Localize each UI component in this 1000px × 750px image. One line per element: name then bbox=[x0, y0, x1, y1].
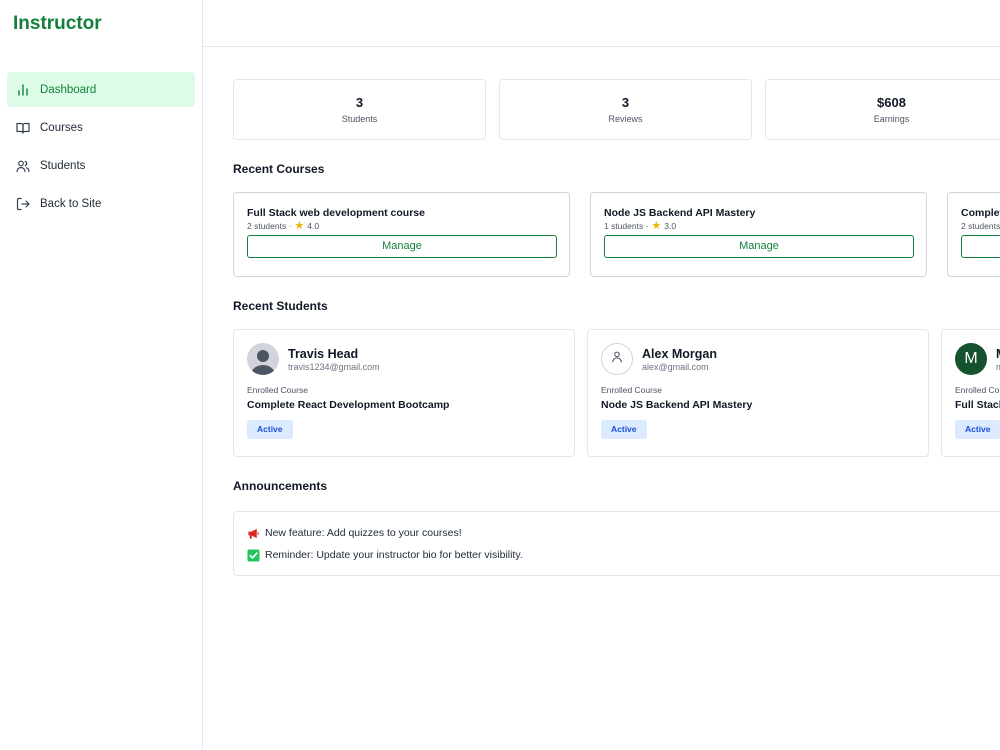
check-box-icon bbox=[247, 548, 260, 562]
avatar: M bbox=[955, 343, 987, 375]
users-icon bbox=[16, 159, 30, 173]
sidebar-item-label: Back to Site bbox=[40, 197, 102, 210]
student-email: m bbox=[996, 361, 1000, 372]
course-student-count: 1 students · bbox=[604, 221, 649, 231]
sidebar-item-students[interactable]: Students bbox=[7, 148, 195, 183]
course-student-count: 2 students · bbox=[247, 221, 292, 231]
course-title: Full Stack web development course bbox=[247, 207, 425, 219]
course-meta: 2 students · ★ 4.0 bbox=[247, 219, 557, 232]
avatar bbox=[601, 343, 633, 375]
sidebar-item-label: Dashboard bbox=[40, 83, 97, 96]
student-card: Travis Head travis1234@gmail.com Enrolle… bbox=[233, 329, 575, 457]
sidebar-item-courses[interactable]: Courses bbox=[7, 110, 195, 145]
manage-course-button[interactable]: Manage bbox=[247, 235, 557, 258]
sidebar-item-label: Students bbox=[40, 159, 86, 172]
student-name: M bbox=[996, 347, 1000, 362]
course-card: Node JS Backend API Mastery 1 students ·… bbox=[590, 192, 927, 277]
brand-title: Instructor bbox=[13, 13, 102, 34]
enrolled-course-name: Complete React Development Bootcamp bbox=[247, 399, 450, 411]
user-icon bbox=[610, 350, 624, 369]
top-bar bbox=[203, 0, 1000, 47]
student-header: Travis Head travis1234@gmail.com bbox=[247, 343, 561, 375]
recent-students-heading: Recent Students bbox=[233, 299, 328, 313]
student-email: travis1234@gmail.com bbox=[288, 361, 380, 372]
announcement-text: New feature: Add quizzes to your courses… bbox=[265, 527, 462, 539]
course-title: Complet bbox=[961, 207, 1000, 219]
sidebar-item-back-to-site[interactable]: Back to Site bbox=[7, 186, 195, 221]
status-badge: Active bbox=[247, 420, 293, 439]
megaphone-icon bbox=[247, 527, 260, 540]
sidebar-item-label: Courses bbox=[40, 121, 83, 134]
student-name: Alex Morgan bbox=[642, 346, 718, 361]
stat-label: Earnings bbox=[873, 114, 910, 124]
book-icon bbox=[16, 121, 30, 135]
recent-students-list: Travis Head travis1234@gmail.com Enrolle… bbox=[233, 329, 1000, 457]
student-header: Alex Morgan alex@gmail.com bbox=[601, 343, 915, 375]
enrolled-course-name: Full Stack bbox=[955, 399, 1000, 411]
log-in-icon bbox=[16, 197, 30, 211]
dashboard-main: 3 Students 3 Reviews $608 Earnings Recen… bbox=[233, 79, 1000, 750]
announcement-item: New feature: Add quizzes to your courses… bbox=[247, 526, 1000, 540]
recent-courses-heading: Recent Courses bbox=[233, 162, 325, 176]
stat-value: 3 bbox=[355, 95, 364, 110]
student-card: M M m Enrolled Co Full Stack Active bbox=[941, 329, 1000, 457]
course-student-count: 2 students bbox=[961, 221, 1000, 231]
stat-card-students: 3 Students bbox=[233, 79, 486, 140]
announcement-text: Reminder: Update your instructor bio for… bbox=[265, 549, 523, 561]
student-header: M M m bbox=[955, 343, 1000, 375]
star-icon: ★ bbox=[294, 219, 305, 232]
course-meta: 1 students · ★ 3.0 bbox=[604, 219, 914, 232]
student-card: Alex Morgan alex@gmail.com Enrolled Cour… bbox=[587, 329, 929, 457]
stat-card-earnings: $608 Earnings bbox=[765, 79, 1000, 140]
announcements-heading: Announcements bbox=[233, 479, 328, 493]
stat-value: $608 bbox=[877, 95, 906, 110]
stat-value: 3 bbox=[621, 95, 630, 110]
course-title: Node JS Backend API Mastery bbox=[604, 207, 756, 219]
stat-label: Reviews bbox=[608, 114, 643, 124]
student-email: alex@gmail.com bbox=[642, 361, 709, 372]
stat-card-reviews: 3 Reviews bbox=[499, 79, 752, 140]
bar-chart-icon bbox=[16, 83, 30, 97]
course-card: Full Stack web development course 2 stud… bbox=[233, 192, 570, 277]
enrolled-course-label: Enrolled Course bbox=[247, 385, 308, 395]
sidebar-nav: Dashboard Courses Students Back to Site bbox=[0, 47, 202, 221]
course-card: Complet 2 students bbox=[947, 192, 1000, 277]
status-badge: Active bbox=[955, 420, 1000, 439]
star-icon: ★ bbox=[651, 219, 662, 232]
course-rating: 4.0 bbox=[307, 221, 320, 231]
course-meta: 2 students bbox=[961, 221, 1000, 231]
announcements-panel: New feature: Add quizzes to your courses… bbox=[233, 511, 1000, 576]
manage-course-button[interactable] bbox=[961, 235, 1000, 258]
manage-course-button[interactable]: Manage bbox=[604, 235, 914, 258]
avatar bbox=[247, 343, 279, 375]
enrolled-course-label: Enrolled Co bbox=[955, 385, 1000, 395]
stats-row: 3 Students 3 Reviews $608 Earnings bbox=[233, 79, 1000, 140]
sidebar-item-dashboard[interactable]: Dashboard bbox=[7, 72, 195, 107]
sidebar: Instructor Dashboard Courses Students Ba… bbox=[0, 0, 203, 750]
student-name: Travis Head bbox=[288, 346, 359, 361]
course-rating: 3.0 bbox=[664, 221, 677, 231]
announcement-item: Reminder: Update your instructor bio for… bbox=[247, 548, 1000, 562]
status-badge: Active bbox=[601, 420, 647, 439]
enrolled-course-name: Node JS Backend API Mastery bbox=[601, 399, 753, 411]
enrolled-course-label: Enrolled Course bbox=[601, 385, 662, 395]
stat-label: Students bbox=[341, 114, 378, 124]
recent-courses-list: Full Stack web development course 2 stud… bbox=[233, 192, 1000, 277]
